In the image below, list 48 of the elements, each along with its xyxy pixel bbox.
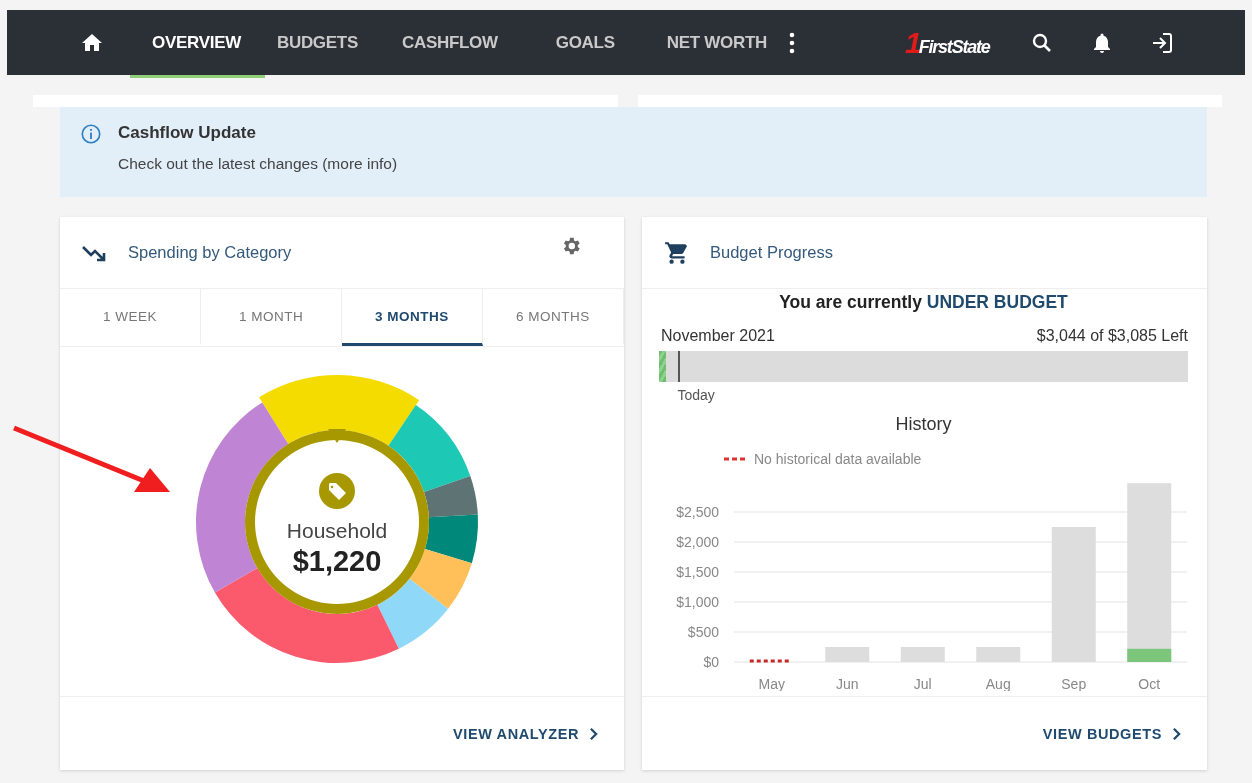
donut-slice[interactable] (409, 548, 472, 609)
chevron-right-icon[interactable] (1172, 726, 1181, 741)
month-label: November 2021 (661, 327, 775, 345)
no-data-marker (749, 659, 792, 663)
donut-slice[interactable] (196, 401, 289, 592)
card-title: Budget Progress (710, 243, 833, 262)
trend-down-icon (82, 243, 108, 262)
category-amount: $1,220 (292, 545, 382, 578)
view-analyzer-link[interactable]: VIEW ANALYZER (453, 725, 598, 742)
donut-slice[interactable] (424, 475, 478, 517)
axis-month-label: Aug (985, 676, 1011, 691)
bank-logo[interactable]: 1FirstState (904, 25, 990, 60)
axis-tick-label: $2,500 (676, 504, 719, 520)
axis-month-label: Jul (913, 676, 932, 691)
axis-tick-label: $1,000 (676, 594, 719, 610)
remaining-amount: $3,044 of $3,085 Left (1036, 327, 1188, 345)
axis-tick-label: $1,500 (676, 564, 719, 580)
budget-status: You are currently UNDER BUDGET (778, 292, 1069, 313)
axis-month-label: May (758, 676, 785, 691)
axis-tick-label: $2,000 (676, 534, 719, 550)
category-name: Household (286, 519, 388, 543)
view-budgets-link[interactable]: VIEW BUDGETS (1042, 725, 1181, 742)
donut-slice[interactable] (388, 404, 471, 492)
more-icon[interactable] (788, 31, 795, 54)
period-tab[interactable]: 1 WEEK (60, 289, 201, 346)
nav-tab[interactable]: NET WORTH (644, 32, 789, 53)
tag-icon (319, 473, 355, 509)
dashed-line-icon (724, 457, 746, 461)
today-label: Today (677, 387, 715, 403)
axis-month-label: Jun (835, 676, 859, 691)
axis-tick-label: $500 (687, 624, 719, 640)
axis-month-label: Sep (1061, 676, 1087, 691)
cart-icon (664, 239, 690, 266)
card-title: Spending by Category (128, 243, 292, 262)
axis-tick-label: $0 (703, 654, 719, 670)
donut-slice[interactable] (259, 374, 420, 446)
banner-text: Check out the latest changes (more info) (118, 155, 398, 173)
history-title: History (894, 414, 953, 435)
chevron-right-icon[interactable] (589, 726, 598, 741)
nav-tab[interactable]: CASHFLOW (379, 32, 520, 53)
legend-label: No historical data available (754, 451, 922, 467)
donut-slice[interactable] (377, 578, 449, 649)
donut-slice[interactable] (425, 514, 478, 563)
nav-tab[interactable]: GOALS (533, 32, 637, 53)
period-tab[interactable]: 3 MONTHS (342, 289, 483, 346)
info-icon (80, 123, 102, 145)
banner-title: Cashflow Update (118, 123, 257, 143)
axis-month-label: Oct (1138, 676, 1161, 691)
